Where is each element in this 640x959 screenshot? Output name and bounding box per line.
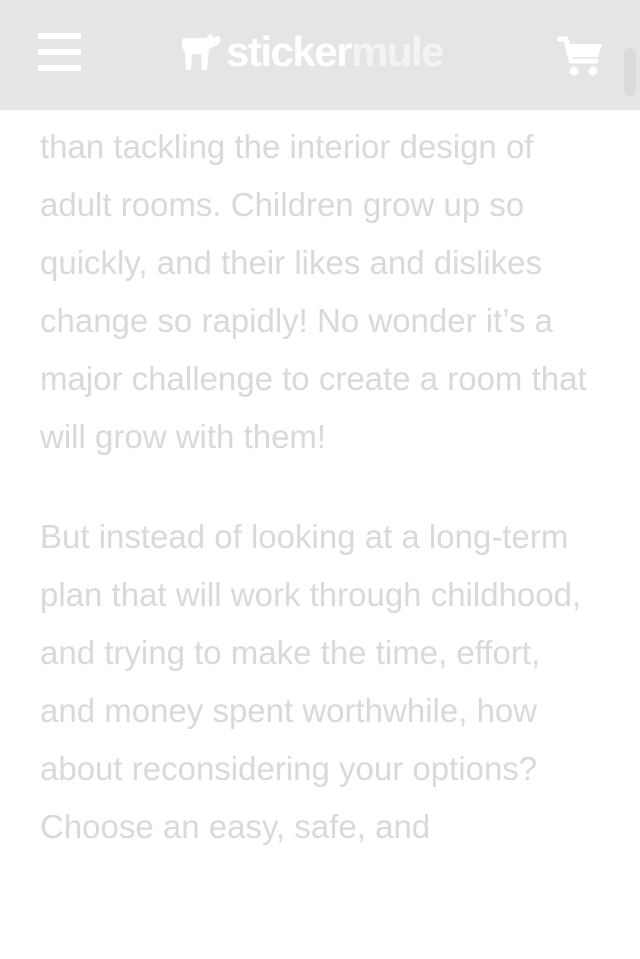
article-body: than tackling the interior design of adu… [40, 118, 602, 856]
article-paragraph: But instead of looking at a long-term pl… [40, 518, 582, 845]
shopping-cart-icon[interactable] [557, 34, 605, 78]
scrollbar-thumb[interactable] [624, 48, 636, 96]
logo-word-mule: mule [350, 28, 445, 75]
sticker-mule-logo[interactable]: stickermule [180, 28, 445, 76]
top-navigation-bar: stickermule [0, 0, 640, 110]
menu-bar-line [38, 65, 81, 71]
hamburger-menu-icon[interactable] [38, 33, 81, 72]
logo-wordmark: stickermule [226, 28, 445, 76]
logo-word-sticker: sticker [226, 28, 352, 75]
article-paragraph: than tackling the interior design of adu… [40, 128, 587, 455]
mule-icon [182, 33, 221, 70]
menu-bar-line [38, 33, 81, 39]
menu-bar-line [38, 49, 81, 55]
